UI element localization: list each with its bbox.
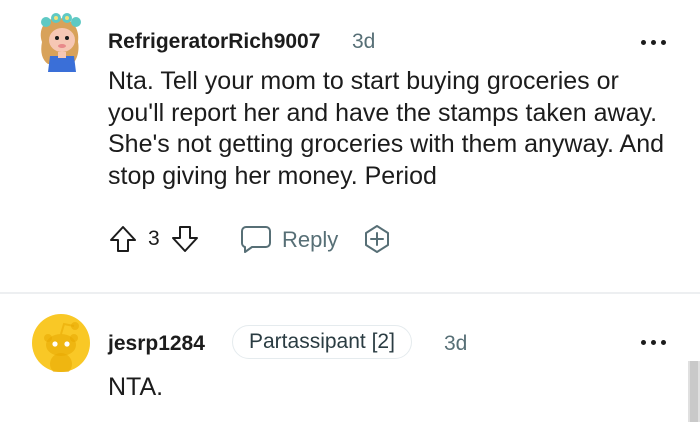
comment: RefrigeratorRich9007 3d Nta. Tell your m…: [0, 0, 700, 293]
upvote-icon[interactable]: [108, 224, 138, 254]
comment-timestamp[interactable]: 3d: [352, 30, 375, 54]
vote-score: 3: [148, 227, 160, 250]
comment-username[interactable]: RefrigeratorRich9007: [108, 30, 320, 54]
downvote-icon[interactable]: [170, 224, 200, 254]
scrollbar-thumb[interactable]: [690, 361, 698, 422]
comment: jesrp1284 Partassipant [2] 3d NTA.: [0, 294, 700, 422]
reply-label: Reply: [282, 227, 339, 252]
comment-username[interactable]: jesrp1284: [108, 332, 205, 356]
user-flair: Partassipant [2]: [232, 325, 412, 359]
avatar[interactable]: [32, 314, 90, 372]
comment-body: NTA.: [108, 373, 164, 401]
scrollbar[interactable]: [688, 361, 700, 422]
award-icon[interactable]: [362, 224, 392, 254]
comment-body: Nta. Tell your mom to start buying groce…: [108, 67, 665, 190]
comment-actions: 3 Reply: [108, 224, 408, 256]
comment-timestamp[interactable]: 3d: [444, 332, 467, 356]
comment-bubble-icon: [241, 226, 271, 253]
avatar[interactable]: [36, 12, 84, 74]
more-options-icon[interactable]: [641, 37, 667, 47]
more-options-icon[interactable]: [641, 337, 667, 347]
reply-button[interactable]: Reply: [240, 224, 340, 254]
